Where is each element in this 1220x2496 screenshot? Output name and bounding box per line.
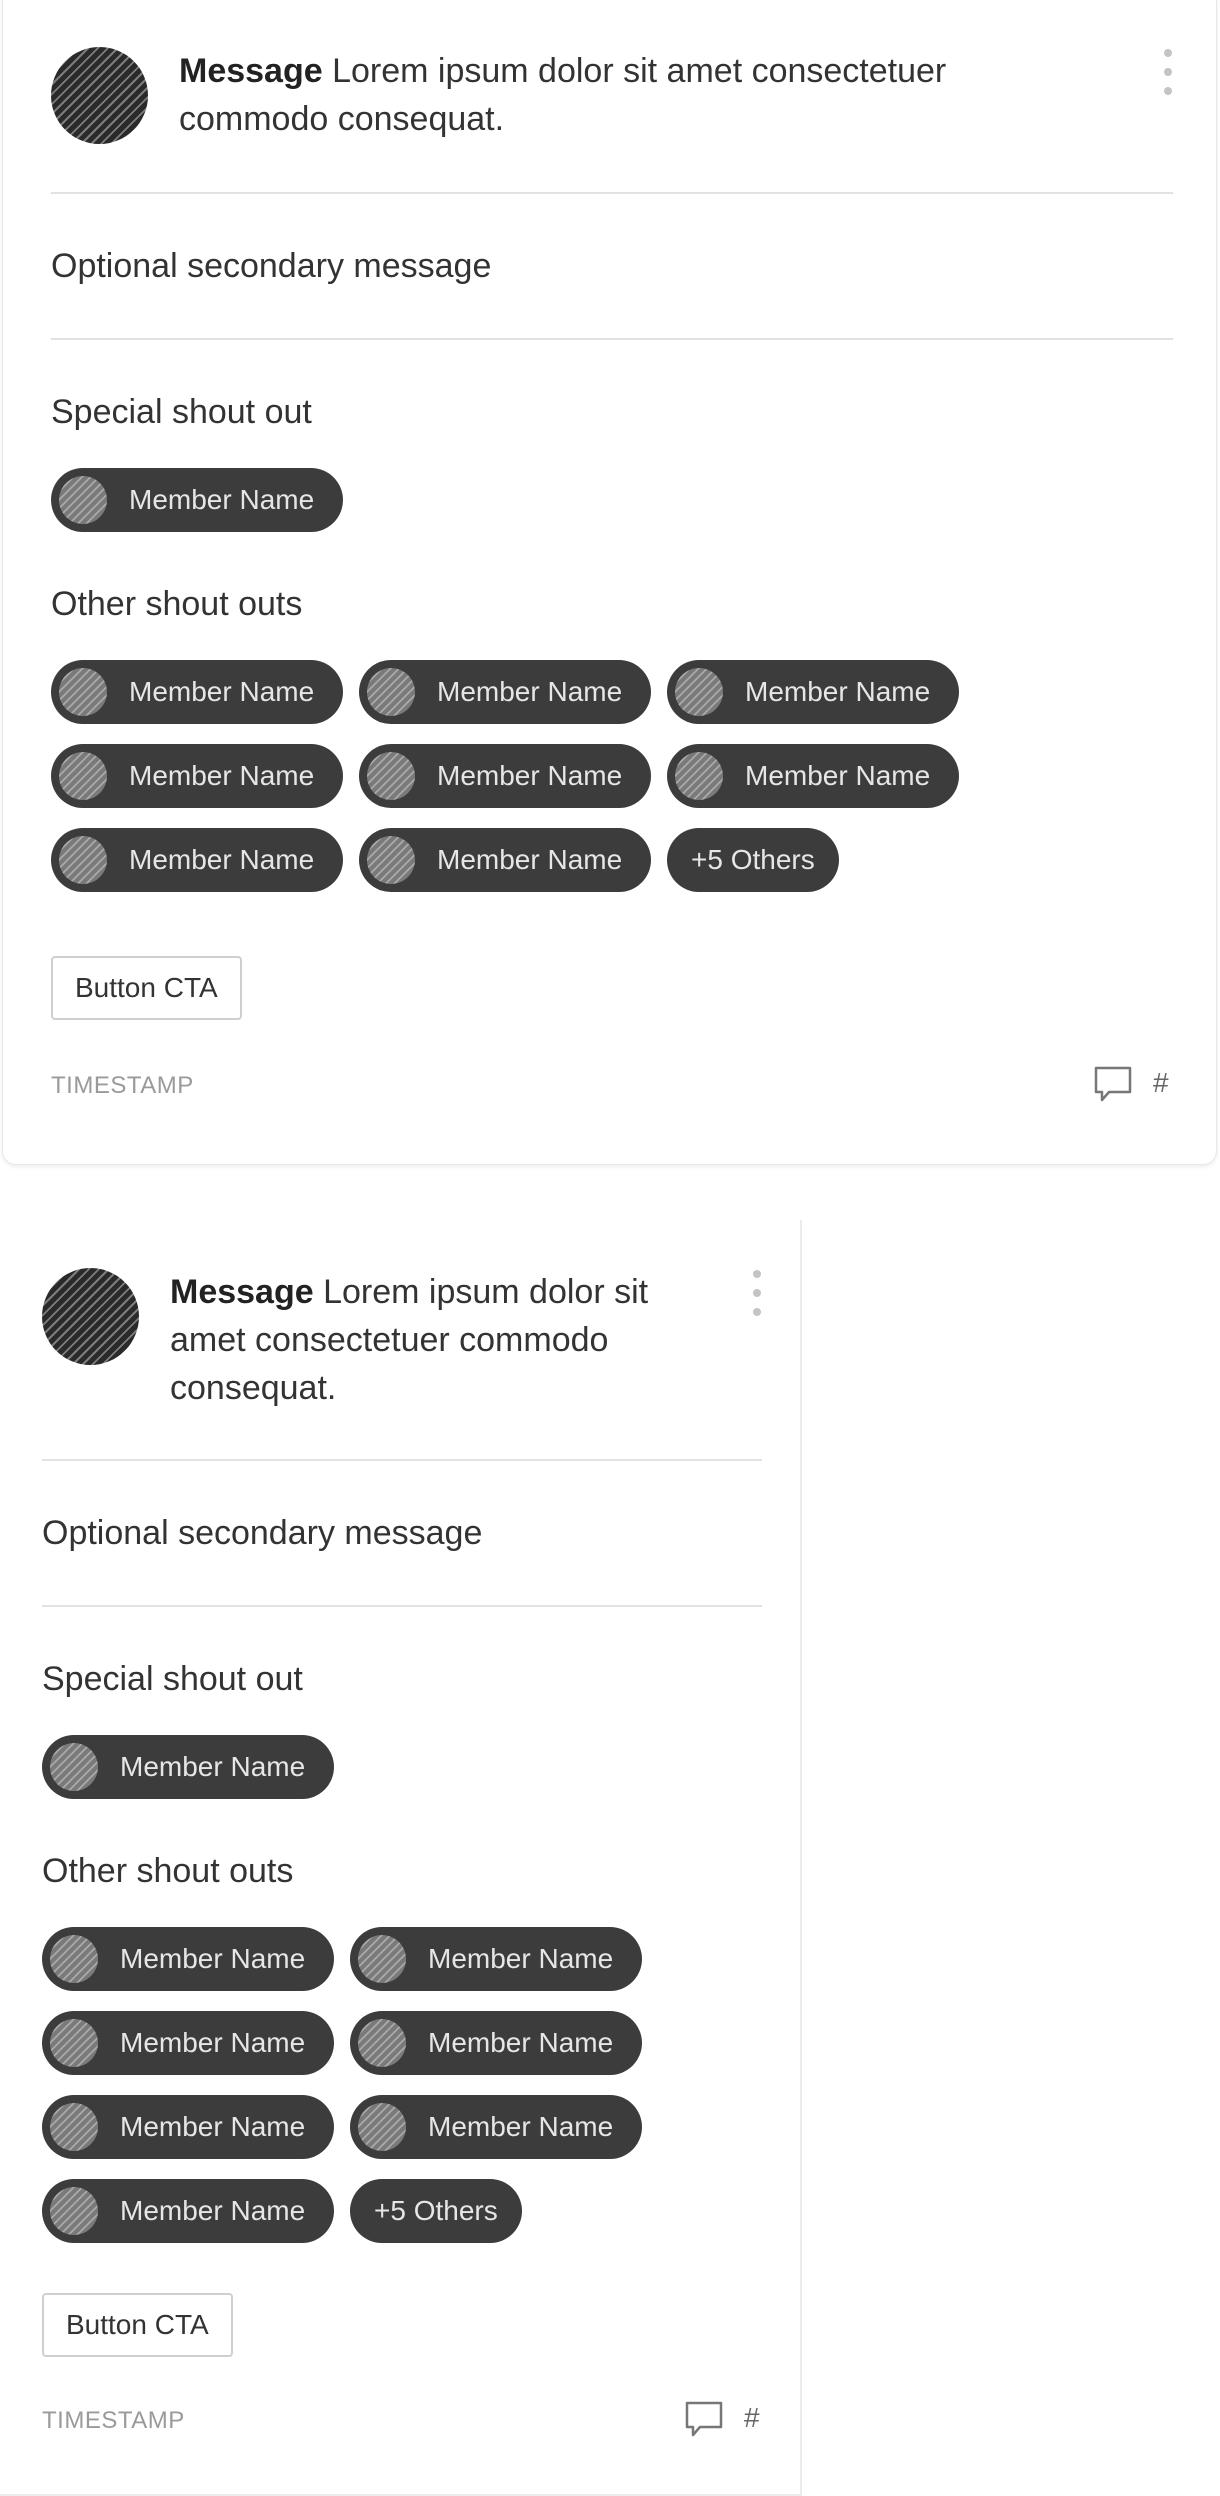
shoutout-card: Message Lorem ipsum dolor sit amet conse…	[0, 1220, 802, 2496]
sender-avatar[interactable]	[42, 1268, 139, 1365]
channel-hash[interactable]: #	[744, 2402, 760, 2434]
member-name: Member Name	[120, 2195, 306, 2226]
member-chip[interactable]: Member Name	[350, 2011, 642, 2075]
member-name: Member Name	[129, 484, 315, 515]
member-avatar	[358, 1935, 406, 1983]
comment-icon[interactable]	[684, 2399, 724, 2444]
member-name: Member Name	[120, 1751, 306, 1782]
member-name: Member Name	[437, 844, 623, 875]
secondary-message: Optional secondary message	[51, 247, 492, 285]
member-chip[interactable]: Member Name	[42, 2095, 334, 2159]
member-avatar	[358, 2019, 406, 2067]
member-chip[interactable]: Member Name	[51, 828, 343, 892]
member-avatar	[50, 2103, 98, 2151]
comment-icon[interactable]	[1093, 1064, 1133, 1109]
more-vertical-icon[interactable]	[1161, 49, 1175, 95]
member-name: Member Name	[437, 676, 623, 707]
member-avatar	[675, 668, 723, 716]
member-name: Member Name	[129, 760, 315, 791]
divider	[42, 1605, 762, 1607]
cta-button[interactable]: Button CTA	[42, 2293, 233, 2357]
member-chip[interactable]: Member Name	[359, 660, 651, 724]
member-avatar	[50, 2019, 98, 2067]
message: Message Lorem ipsum dolor sit amet conse…	[170, 1268, 710, 1412]
member-chip[interactable]: Member Name	[667, 744, 959, 808]
member-name: Member Name	[745, 760, 931, 791]
member-avatar	[367, 668, 415, 716]
member-chip[interactable]: Member Name	[359, 828, 651, 892]
other-shoutouts-label: Other shout outs	[42, 1852, 294, 1890]
member-chip[interactable]: Member Name	[51, 660, 343, 724]
shoutout-card: Message Lorem ipsum dolor sit amet conse…	[2, 0, 1217, 1165]
member-avatar	[50, 1743, 98, 1791]
message: Message Lorem ipsum dolor sit amet conse…	[179, 47, 1059, 143]
member-name: Member Name	[129, 844, 315, 875]
special-shoutout-label: Special shout out	[42, 1660, 303, 1698]
member-chip[interactable]: Member Name	[42, 2179, 334, 2243]
member-chip[interactable]: Member Name	[51, 744, 343, 808]
member-chip[interactable]: Member Name	[359, 744, 651, 808]
member-chip[interactable]: Member Name	[42, 1735, 334, 1799]
special-shoutout-label: Special shout out	[51, 393, 312, 431]
member-avatar	[358, 2103, 406, 2151]
message-bold: Message	[170, 1273, 314, 1311]
member-name: Member Name	[120, 1943, 306, 1974]
member-avatar	[675, 752, 723, 800]
member-avatar	[59, 836, 107, 884]
divider	[51, 192, 1173, 194]
member-name: Member Name	[428, 1943, 614, 1974]
member-avatar	[59, 476, 107, 524]
member-name: Member Name	[428, 2027, 614, 2058]
divider	[51, 338, 1173, 340]
timestamp: TIMESTAMP	[42, 2407, 185, 2434]
member-name: Member Name	[129, 676, 315, 707]
more-others-label: +5 Others	[691, 844, 815, 875]
more-others-chip[interactable]: +5 Others	[350, 2179, 522, 2243]
member-chip[interactable]: Member Name	[350, 2095, 642, 2159]
member-chip[interactable]: Member Name	[42, 2011, 334, 2075]
more-others-label: +5 Others	[374, 2195, 498, 2226]
member-name: Member Name	[745, 676, 931, 707]
member-chip[interactable]: Member Name	[350, 1927, 642, 1991]
message-bold: Message	[179, 52, 323, 90]
member-chip[interactable]: Member Name	[42, 1927, 334, 1991]
other-shoutouts-list: Member Name Member Name Member Name Memb…	[42, 1927, 662, 2243]
member-avatar	[367, 752, 415, 800]
secondary-message: Optional secondary message	[42, 1514, 483, 1552]
member-avatar	[50, 2187, 98, 2235]
member-avatar	[50, 1935, 98, 1983]
member-name: Member Name	[120, 2111, 306, 2142]
channel-hash[interactable]: #	[1153, 1067, 1169, 1099]
more-vertical-icon[interactable]	[750, 1270, 764, 1316]
other-shoutouts-label: Other shout outs	[51, 585, 303, 623]
member-chip[interactable]: Member Name	[667, 660, 959, 724]
cta-button[interactable]: Button CTA	[51, 956, 242, 1020]
other-shoutouts-list: Member Name Member Name Member Name Memb…	[51, 660, 981, 892]
sender-avatar[interactable]	[51, 47, 148, 144]
member-name: Member Name	[428, 2111, 614, 2142]
timestamp: TIMESTAMP	[51, 1072, 194, 1099]
member-avatar	[59, 752, 107, 800]
member-name: Member Name	[120, 2027, 306, 2058]
member-name: Member Name	[437, 760, 623, 791]
member-avatar	[367, 836, 415, 884]
more-others-chip[interactable]: +5 Others	[667, 828, 839, 892]
member-chip[interactable]: Member Name	[51, 468, 343, 532]
divider	[42, 1459, 762, 1461]
member-avatar	[59, 668, 107, 716]
